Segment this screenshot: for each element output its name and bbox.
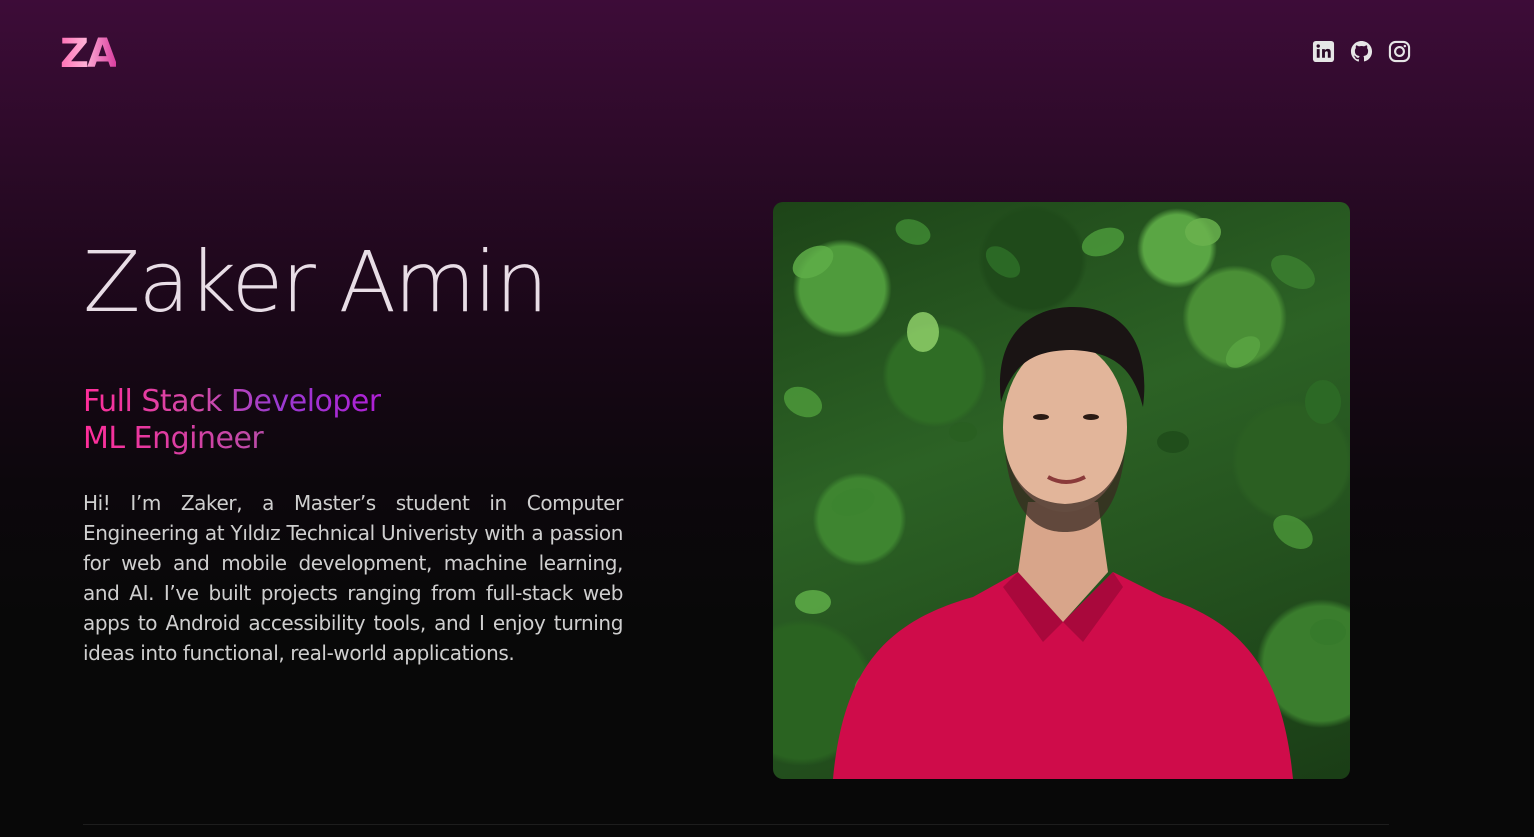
hero-bio: Hi! I’m Zaker, a Master’s student in Com… (83, 491, 623, 665)
linkedin-icon (1312, 40, 1335, 63)
instagram-link[interactable] (1388, 40, 1411, 63)
hero-name: Zaker Amin (83, 233, 548, 331)
linkedin-link[interactable] (1312, 40, 1335, 63)
github-icon (1350, 40, 1373, 62)
site-logo[interactable]: ZA (60, 30, 118, 78)
social-links (1312, 40, 1411, 63)
profile-photo-illustration (783, 218, 1346, 779)
profile-photo (773, 202, 1350, 779)
portfolio-page: ZA Zaker Amin Full Stack Developer ML En… (0, 0, 1534, 837)
hero-roles: Full Stack Developer ML Engineer (83, 383, 381, 457)
role-full-stack: Full Stack Developer (83, 384, 381, 419)
github-link[interactable] (1350, 40, 1373, 63)
section-divider (83, 824, 1389, 825)
role-ml-engineer: ML Engineer (83, 420, 381, 457)
instagram-icon (1388, 40, 1411, 63)
